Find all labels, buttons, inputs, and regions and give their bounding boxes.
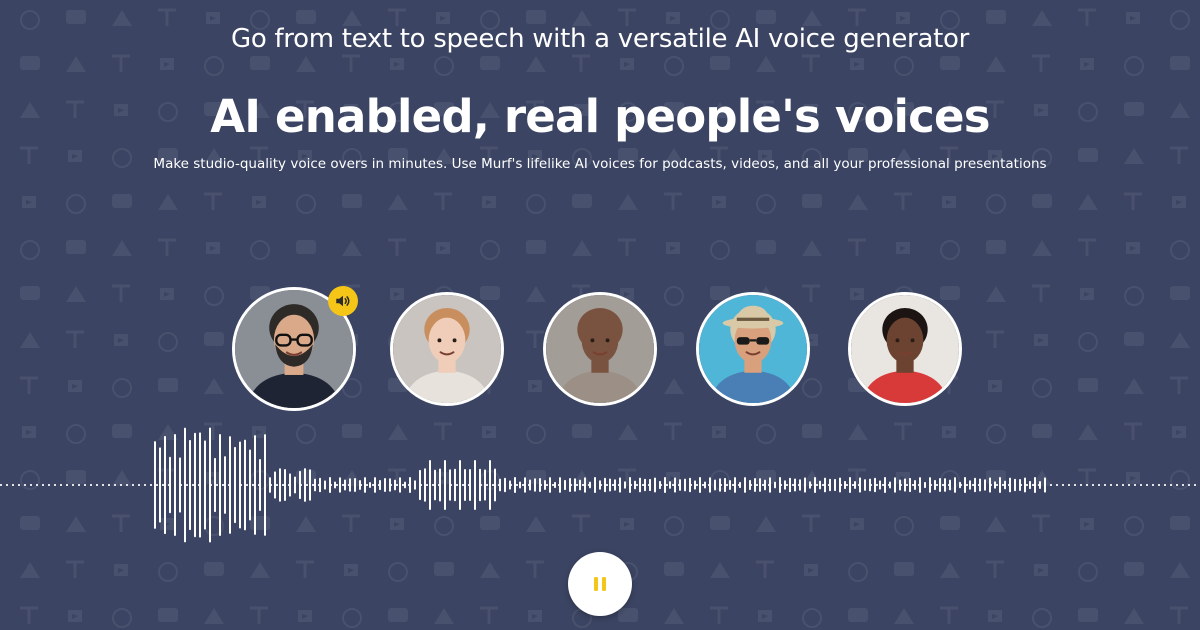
avatar-portrait-5 [851, 295, 959, 403]
voice-avatar-3[interactable] [543, 292, 657, 406]
hero-tagline: Make studio-quality voice overs in minut… [153, 156, 1047, 172]
avatar-portrait-4 [699, 295, 807, 403]
pause-button[interactable] [568, 552, 632, 616]
audio-waveform [0, 427, 1200, 543]
speaker-badge[interactable] [328, 286, 358, 316]
hero-subheading: Go from text to speech with a versatile … [231, 24, 969, 54]
hero-heading: AI enabled, real people's voices [210, 90, 990, 143]
voice-avatar-4[interactable] [696, 292, 810, 406]
avatar-portrait-2 [393, 295, 501, 403]
pause-icon [594, 577, 606, 591]
voice-avatar-2[interactable] [390, 292, 504, 406]
avatar-portrait-3 [546, 295, 654, 403]
voice-selector [0, 280, 1200, 420]
voice-avatar-5[interactable] [848, 292, 962, 406]
speaker-icon [336, 295, 350, 307]
